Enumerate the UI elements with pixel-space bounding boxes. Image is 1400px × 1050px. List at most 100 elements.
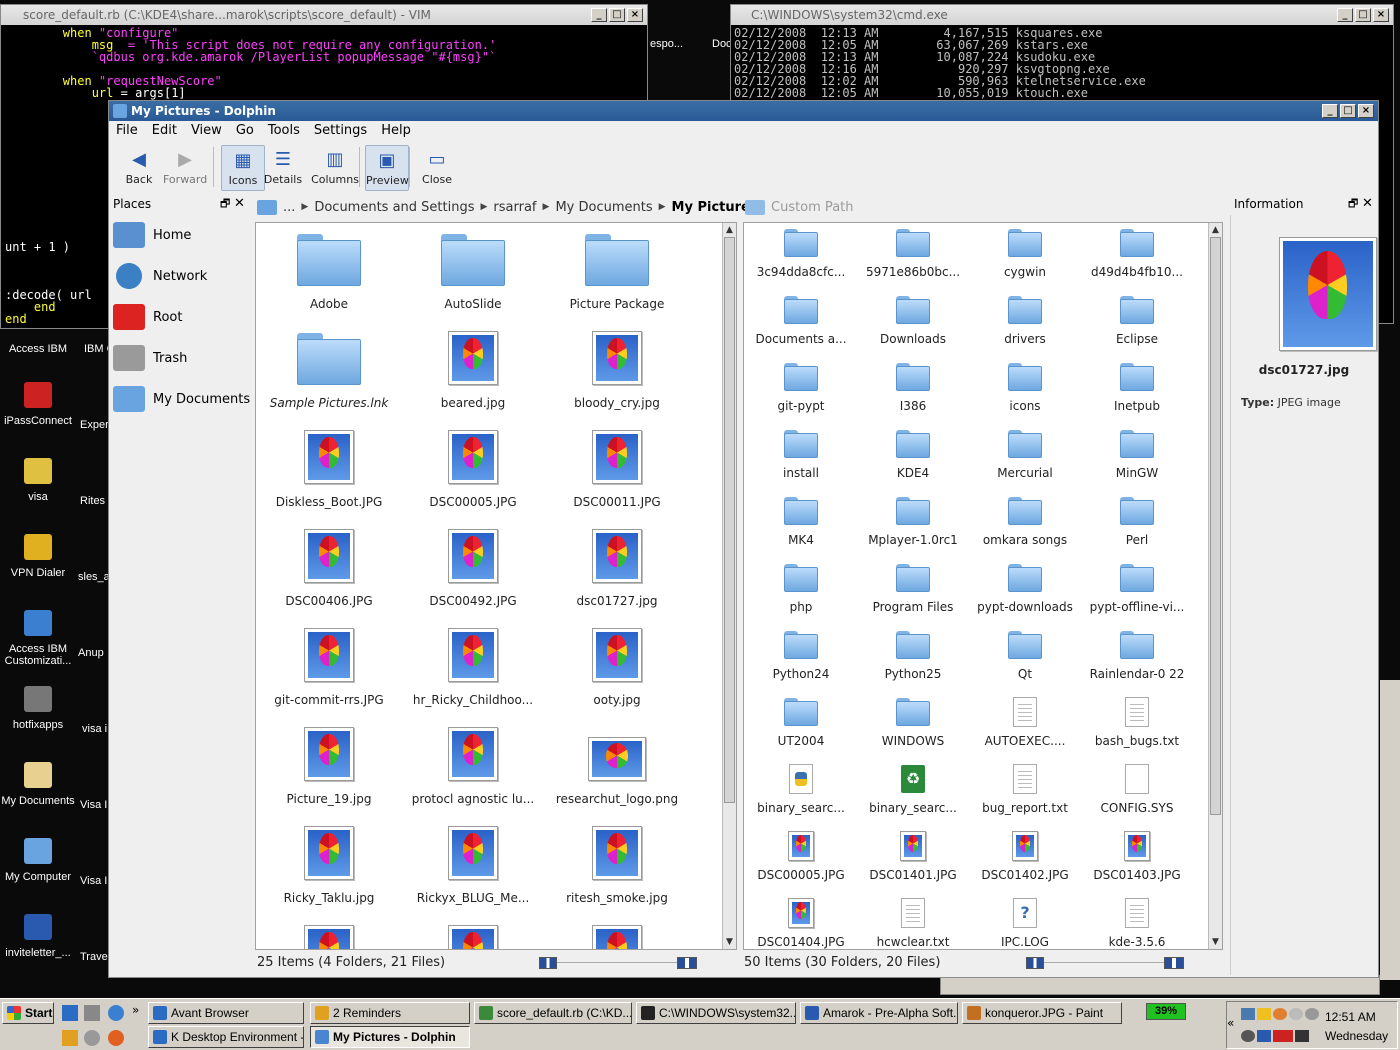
menu-file[interactable]: File [109,121,145,141]
float-panel-icon[interactable]: 🗗 [220,194,230,214]
file-item[interactable]: researchut_logo.png [550,722,684,816]
file-item[interactable]: bash_bugs.txt [1084,694,1190,756]
desktop-icon[interactable]: My Computer [0,835,76,883]
tray-icon[interactable] [1273,1008,1287,1020]
zoom-slider[interactable] [539,957,697,976]
minimize-button[interactable]: _ [1322,104,1338,118]
desktop-icon[interactable]: iPassConnect [0,379,76,427]
taskbar-button[interactable]: C:\WINDOWS\system32... [636,1002,796,1024]
close-button[interactable]: ▭ Close [415,145,459,191]
tray-icon[interactable] [1241,1008,1255,1020]
forward-button[interactable]: ▶ Forward [163,145,207,191]
file-item[interactable]: protocl agnostic lu... [406,722,540,816]
scroll-down-arrow[interactable]: ▼ [723,935,736,949]
file-item[interactable]: DSC00005.JPG [406,425,540,519]
place-home[interactable]: Home [113,217,191,253]
file-item[interactable]: cygwin [972,225,1078,287]
place-root[interactable]: Root [113,299,182,335]
file-item[interactable]: ♻ binary_searc... [860,761,966,823]
file-item[interactable]: UT2004 [748,694,854,756]
file-item[interactable]: php [748,560,854,622]
taskbar-button[interactable]: konqueror.JPG - Paint [962,1002,1122,1024]
desktop-icon[interactable]: My Documents [0,759,76,807]
file-item[interactable]: Picture_19.jpg [262,722,396,816]
zoom-out-icon[interactable] [1026,957,1044,969]
zoom-in-icon[interactable] [1164,957,1184,969]
file-item[interactable] [262,920,396,949]
ie-launch-icon[interactable] [108,1005,124,1021]
app-launch-icon[interactable] [84,1005,100,1021]
tray-icon[interactable] [1257,1008,1271,1020]
file-item[interactable]: omkara songs [972,493,1078,555]
zoom-slider[interactable] [1026,957,1184,976]
file-item[interactable]: drivers [972,292,1078,354]
file-item[interactable]: Perl [1084,493,1190,555]
file-item[interactable]: MK4 [748,493,854,555]
menu-view[interactable]: View [184,121,229,141]
file-item[interactable]: git-pypt [748,359,854,421]
file-item[interactable]: DSC01402.JPG [972,828,1078,890]
file-item[interactable]: install [748,426,854,488]
file-item[interactable]: bloody_cry.jpg [550,326,684,420]
close-panel-icon[interactable]: ✕ [1362,194,1373,214]
battery-indicator[interactable]: 39% [1146,1003,1186,1020]
file-item[interactable]: pypt-offline-vi... [1084,560,1190,622]
file-item[interactable]: DSC00005.JPG [748,828,854,890]
preview-button[interactable]: ▣ Preview [365,145,409,191]
file-item[interactable]: AUTOEXEC.... [972,694,1078,756]
firefox-launch-icon[interactable] [108,1030,124,1046]
file-item[interactable]: Adobe [262,227,396,321]
file-item[interactable]: Mercurial [972,426,1078,488]
file-item[interactable]: DSC01403.JPG [1084,828,1190,890]
file-item[interactable]: hcwclear.txt [860,895,966,949]
file-item[interactable]: Mplayer-1.0rc1 [860,493,966,555]
file-item[interactable]: Eclipse [1084,292,1190,354]
file-item[interactable]: Python24 [748,627,854,689]
app-launch-icon[interactable] [84,1030,100,1046]
file-item[interactable]: DSC00406.JPG [262,524,396,618]
tray-icon[interactable] [1295,1030,1309,1042]
scroll-thumb[interactable] [724,237,735,803]
file-item[interactable]: Rainlendar-0 22 [1084,627,1190,689]
left-scrollbar[interactable]: ▲ ▼ [722,223,736,949]
file-item[interactable]: ? IPC.LOG [972,895,1078,949]
file-item[interactable]: Rickyx_BLUG_Me... [406,821,540,915]
menu-tools[interactable]: Tools [261,121,307,141]
taskbar-button[interactable]: 2 Reminders [310,1002,470,1024]
file-item[interactable]: ooty.jpg [550,623,684,717]
breadcrumb-item[interactable]: My Documents [555,200,652,215]
dolphin-titlebar[interactable]: My Pictures - Dolphin _ □ × [109,101,1378,121]
file-item[interactable] [406,920,540,949]
file-item[interactable]: Ricky_Taklu.jpg [262,821,396,915]
close-button[interactable]: × [1358,104,1374,118]
taskbar-button[interactable]: Amarok - Pre-Alpha Soft... [800,1002,958,1024]
icons-button[interactable]: ▦ Icons [221,145,265,191]
place-trash[interactable]: Trash [113,340,187,376]
file-item[interactable]: icons [972,359,1078,421]
taskbar-button[interactable]: Avant Browser [148,1002,304,1024]
tray-icon[interactable] [1273,1030,1293,1042]
clock-time[interactable]: 12:51 AM [1325,1010,1376,1024]
right-scrollbar[interactable]: ▲ ▼ [1208,223,1222,949]
vim-editor[interactable]: when "configure" msg = 'This script does… [5,27,497,99]
file-item[interactable]: CONFIG.SYS [1084,761,1190,823]
scroll-up-arrow[interactable]: ▲ [723,223,736,237]
breadcrumb-item[interactable]: rsarraf [493,200,536,215]
file-item[interactable]: 3c94dda8cfc... [748,225,854,287]
file-item[interactable]: 5971e86b0bc... [860,225,966,287]
menu-edit[interactable]: Edit [145,121,184,141]
scroll-up-arrow[interactable]: ▲ [1209,223,1222,237]
details-button[interactable]: ☰ Details [261,145,305,191]
left-view[interactable]: Adobe AutoSlide Picture Package Sample Pict… [255,222,737,950]
file-item[interactable]: WINDOWS [860,694,966,756]
menu-help[interactable]: Help [374,121,418,141]
file-item[interactable]: KDE4 [860,426,966,488]
file-item[interactable]: dsc01727.jpg [550,524,684,618]
chevron-icon[interactable]: » [132,1003,139,1017]
close-button[interactable]: × [627,8,643,22]
minimize-button[interactable]: _ [591,8,607,22]
file-item[interactable]: Documents a... [748,292,854,354]
file-item[interactable]: Python25 [860,627,966,689]
file-item[interactable]: pypt-downloads [972,560,1078,622]
vim-titlebar[interactable]: score_default.rb (C:\KDE4\share...marok\… [1,5,647,25]
